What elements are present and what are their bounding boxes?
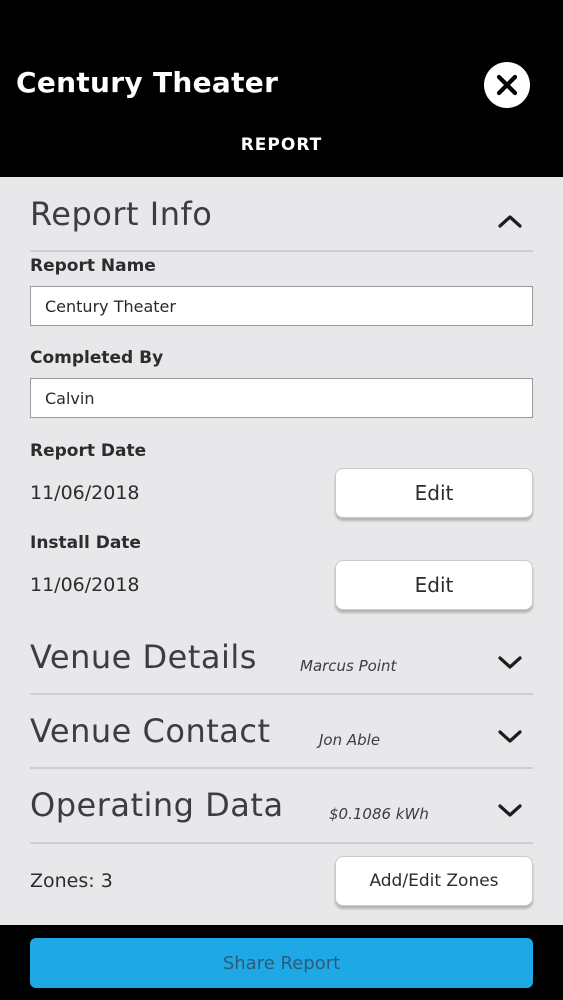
section-subtitle: Jon Able	[319, 731, 381, 749]
edit-report-date-button[interactable]: Edit	[335, 468, 533, 518]
close-button[interactable]	[484, 62, 530, 108]
footer-bar: Share Report	[0, 925, 563, 1000]
close-icon	[496, 74, 518, 96]
report-date-label: Report Date	[30, 441, 147, 461]
add-edit-zones-button[interactable]: Add/Edit Zones	[335, 856, 533, 906]
section-title: Operating Data	[30, 786, 284, 824]
completed-by-input[interactable]	[30, 378, 533, 418]
section-venue-details-header[interactable]: Venue Details Marcus Point	[30, 620, 533, 695]
section-subtitle: $0.1086 kWh	[329, 805, 429, 823]
chevron-down-icon[interactable]	[497, 729, 523, 745]
section-operating-data-header[interactable]: Operating Data $0.1086 kWh	[30, 769, 533, 844]
chevron-up-icon[interactable]	[497, 213, 523, 229]
section-title: Venue Contact	[30, 712, 271, 750]
page-subtitle: REPORT	[240, 135, 323, 155]
chevron-down-icon[interactable]	[497, 655, 523, 671]
header-bar: Century Theater REPORT	[0, 0, 563, 177]
section-title: Venue Details	[30, 638, 257, 676]
chevron-down-icon[interactable]	[497, 803, 523, 819]
section-title: Report Info	[30, 195, 213, 233]
share-report-button[interactable]: Share Report	[30, 938, 533, 988]
completed-by-label: Completed By	[30, 348, 164, 368]
report-name-label: Report Name	[30, 256, 156, 276]
report-screen: Century Theater REPORT Report Info Repor…	[0, 0, 563, 1000]
section-subtitle: Marcus Point	[300, 657, 397, 675]
section-venue-contact-header[interactable]: Venue Contact Jon Able	[30, 695, 533, 769]
section-report-info-header[interactable]: Report Info	[30, 177, 533, 252]
install-date-value: 11/06/2018	[30, 574, 140, 596]
edit-install-date-button[interactable]: Edit	[335, 560, 533, 610]
report-name-input[interactable]	[30, 286, 533, 326]
report-date-value: 11/06/2018	[30, 482, 140, 504]
venue-title: Century Theater	[16, 66, 279, 99]
zones-count: Zones: 3	[30, 870, 113, 892]
install-date-label: Install Date	[30, 533, 141, 553]
